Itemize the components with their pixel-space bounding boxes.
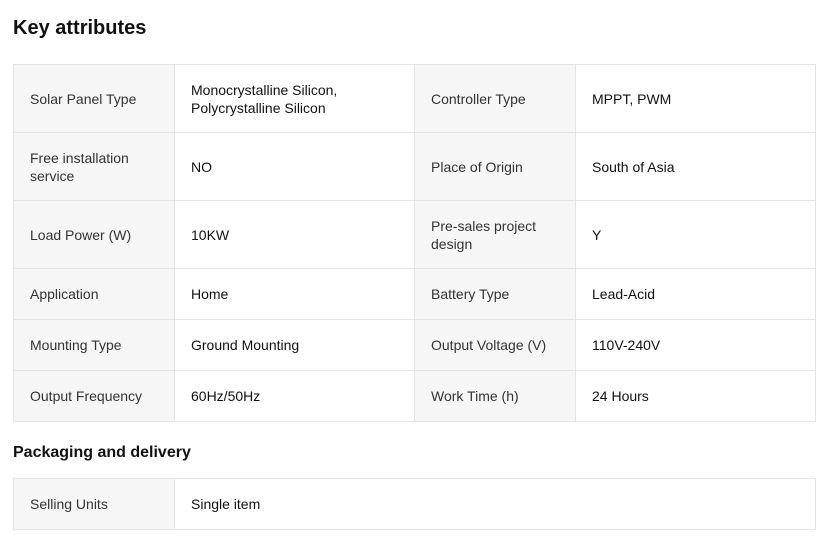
attribute-value: Monocrystalline Silicon, Polycrystalline… (174, 64, 415, 133)
attribute-label: Output Voltage (V) (414, 319, 576, 371)
attribute-value: Y (575, 200, 816, 269)
table-row: Solar Panel Type Monocrystalline Silicon… (13, 64, 816, 133)
packaging-table: Selling Units Single item (13, 478, 816, 530)
attribute-value: Lead-Acid (575, 268, 816, 320)
attribute-label: Application (13, 268, 175, 320)
attribute-value: Ground Mounting (174, 319, 415, 371)
packaging-heading: Packaging and delivery (13, 444, 191, 461)
attribute-value: NO (174, 132, 415, 201)
attribute-value: 60Hz/50Hz (174, 370, 415, 422)
attribute-label: Free installation service (13, 132, 175, 201)
table-row: Free installation service NO Place of Or… (13, 132, 816, 201)
attribute-label: Selling Units (13, 478, 175, 530)
attribute-value: South of Asia (575, 132, 816, 201)
table-row: Load Power (W) 10KW Pre-sales project de… (13, 200, 816, 269)
attribute-label: Pre-sales project design (414, 200, 576, 269)
attribute-label: Load Power (W) (13, 200, 175, 269)
attribute-label: Work Time (h) (414, 370, 576, 422)
table-row: Output Frequency 60Hz/50Hz Work Time (h)… (13, 370, 816, 422)
key-attributes-heading: Key attributes (13, 17, 147, 39)
attribute-value: Single item (174, 478, 816, 530)
attribute-label: Output Frequency (13, 370, 175, 422)
table-row: Selling Units Single item (13, 478, 816, 530)
table-row: Mounting Type Ground Mounting Output Vol… (13, 319, 816, 371)
attribute-label: Controller Type (414, 64, 576, 133)
attribute-value: Home (174, 268, 415, 320)
attribute-value: MPPT, PWM (575, 64, 816, 133)
attribute-value: 110V-240V (575, 319, 816, 371)
key-attributes-table: Solar Panel Type Monocrystalline Silicon… (13, 64, 816, 422)
attribute-value: 10KW (174, 200, 415, 269)
attribute-label: Solar Panel Type (13, 64, 175, 133)
attribute-label: Place of Origin (414, 132, 576, 201)
table-row: Application Home Battery Type Lead-Acid (13, 268, 816, 320)
attribute-label: Mounting Type (13, 319, 175, 371)
attribute-value: 24 Hours (575, 370, 816, 422)
attribute-label: Battery Type (414, 268, 576, 320)
